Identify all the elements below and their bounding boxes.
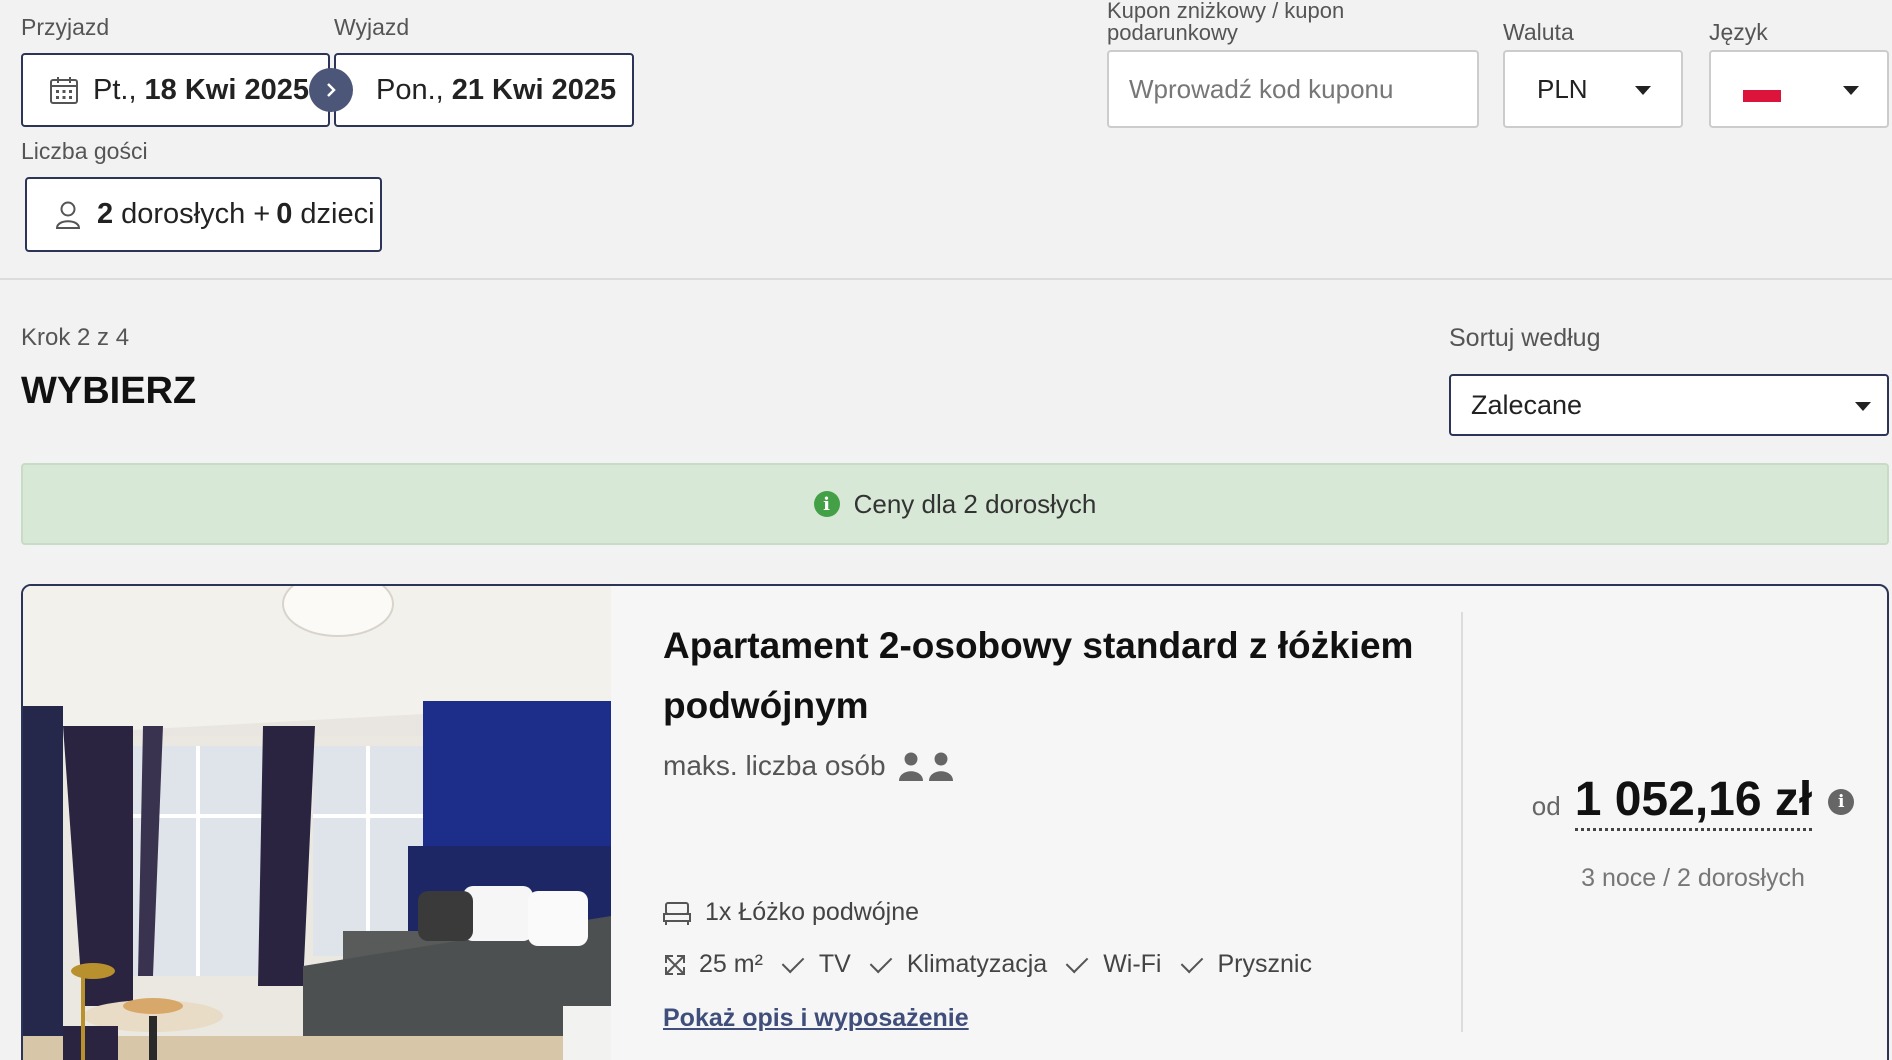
adults-text: dorosłych + (121, 198, 271, 230)
caret-down-icon (1843, 86, 1859, 95)
guests-label: Liczba gości (21, 138, 148, 164)
arrival-date: 18 Kwi 2025 (144, 73, 309, 106)
currency-label: Waluta (1503, 19, 1574, 45)
guests-selector[interactable]: 2 dorosłych + 0 dzieci (25, 177, 382, 252)
room-card: Apartament 2-osobowy standard z łóżkiem … (21, 584, 1889, 1060)
header-divider (0, 278, 1892, 280)
max-persons-label: maks. liczba osób (663, 750, 886, 781)
calendar-icon (49, 75, 79, 105)
coupon-input[interactable]: Wprowadź kod kuponu (1107, 50, 1479, 128)
bed-feature: 1x Łóżko podwójne (663, 898, 919, 927)
currency-value: PLN (1537, 73, 1588, 104)
info-icon[interactable]: i (1828, 788, 1855, 815)
room-title: Apartament 2-osobowy standard z łóżkiem … (663, 625, 1414, 726)
amenity-tv: TV (818, 950, 851, 978)
max-persons: maks. liczba osób (663, 750, 954, 782)
card-divider (1461, 612, 1463, 1032)
room-photo[interactable] (23, 586, 611, 1060)
bed-text: 1x Łóżko podwójne (705, 898, 920, 926)
amenity-air-conditioning: Klimatyzacja (906, 950, 1048, 978)
children-text: dzieci (300, 198, 375, 230)
departure-day: Pon., (376, 73, 444, 106)
amenities-row: 25 m² TV Klimatyzacja Wi-Fi Prysznic (663, 950, 1312, 979)
room-price[interactable]: 1 052,16 zł (1574, 772, 1813, 831)
children-count: 0 (276, 198, 293, 230)
page-title: WYBIERZ (21, 370, 197, 412)
poland-flag-icon (1743, 78, 1781, 102)
language-label: Język (1709, 19, 1768, 45)
price-note: 3 noce / 2 dorosłych (1581, 864, 1805, 892)
check-icon (869, 950, 893, 973)
person-icon (55, 200, 81, 230)
amenity-wifi: Wi-Fi (1103, 950, 1162, 978)
coupon-label: Kupon zniżkowy / kupon podarunkowy (1107, 0, 1344, 44)
step-counter: Krok 2 z 4 (21, 324, 130, 351)
show-description-link[interactable]: Pokaż opis i wyposażenie (663, 1004, 969, 1033)
sort-label: Sortuj według (1449, 324, 1601, 352)
check-icon (1180, 950, 1203, 973)
price-notice-text: Ceny dla 2 dorosłych (853, 488, 1097, 519)
currency-select[interactable]: PLN (1503, 50, 1683, 128)
chevron-right-icon (309, 68, 353, 112)
price-prefix: od (1531, 791, 1561, 821)
coupon-label-line1: Kupon zniżkowy / kupon (1107, 0, 1345, 23)
departure-date-picker[interactable]: Pon., 21 Kwi 2025 (334, 53, 634, 127)
arrival-date-picker[interactable]: Pt., 18 Kwi 2025 (21, 53, 330, 127)
area-icon (663, 953, 687, 977)
price-block: od 1 052,16 zł i (1493, 772, 1887, 831)
check-icon (1065, 950, 1089, 973)
bed-icon (663, 900, 691, 926)
amenity-shower: Prysznic (1217, 950, 1312, 978)
person-icon (898, 751, 924, 781)
price-notice: i Ceny dla 2 dorosłych (21, 463, 1889, 545)
adults-count: 2 (97, 198, 114, 230)
check-icon (781, 950, 805, 973)
language-select[interactable] (1709, 50, 1889, 128)
arrival-label: Przyjazd (21, 14, 110, 40)
departure-date: 21 Kwi 2025 (451, 73, 617, 106)
caret-down-icon (1635, 86, 1651, 95)
person-icon (928, 751, 954, 781)
caret-down-icon (1855, 402, 1871, 411)
coupon-label-line2: podarunkowy (1107, 20, 1238, 45)
arrival-day: Pt., (93, 73, 137, 106)
sort-value: Zalecane (1471, 389, 1583, 420)
departure-label: Wyjazd (334, 14, 410, 40)
sort-select[interactable]: Zalecane (1449, 374, 1889, 436)
info-icon: i (813, 491, 840, 517)
area-text: 25 m² (699, 950, 763, 978)
